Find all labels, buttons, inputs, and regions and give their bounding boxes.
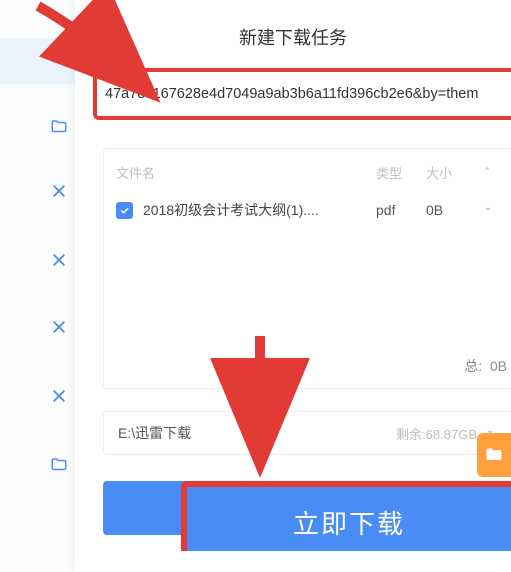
file-checkbox[interactable]: [116, 202, 133, 219]
file-row[interactable]: 2018初级会计考试大纲(1).... pdf 0B: [104, 192, 511, 236]
file-type: pdf: [376, 202, 426, 218]
download-button-area: 立即下载: [103, 481, 511, 551]
save-path-row: E:\迅雷下载 剩余:68.87GB: [103, 411, 511, 455]
file-row-menu-icon[interactable]: [481, 202, 499, 219]
column-type: 类型: [376, 163, 426, 182]
file-list-header: 文件名 类型 大小: [104, 149, 511, 192]
folder-icon: [50, 48, 70, 68]
download-dialog: 新建下载任务 47a7ec167628e4d7049a9ab3b6a11fd39…: [75, 0, 511, 572]
close-icon: [50, 251, 70, 271]
total-size: 0B: [490, 358, 507, 374]
download-button-label: 立即下载: [293, 504, 405, 541]
folder-icon: [50, 456, 70, 476]
download-button[interactable]: 立即下载: [181, 481, 511, 551]
file-size: 0B: [426, 202, 481, 218]
browse-folder-button[interactable]: [477, 433, 511, 477]
close-icon: [50, 182, 70, 202]
dialog-title: 新建下载任务: [75, 0, 511, 68]
column-filename: 文件名: [116, 163, 376, 182]
column-sort-icon[interactable]: [481, 163, 499, 182]
save-path-text: E:\迅雷下载: [118, 423, 396, 443]
save-path-input[interactable]: E:\迅雷下载 剩余:68.87GB: [103, 411, 511, 455]
total-label: 总:: [464, 358, 482, 374]
close-icon: [50, 318, 70, 338]
column-size: 大小: [426, 163, 481, 182]
folder-icon: [50, 118, 70, 138]
close-icon: [50, 387, 70, 407]
download-url-input[interactable]: 47a7ec167628e4d7049a9ab3b6a11fd396cb2e6&…: [93, 68, 511, 120]
file-list-panel: 文件名 类型 大小 2018初级会计考试大纲(1).... pdf 0B 总: …: [103, 148, 511, 389]
disk-free-text: 剩余:68.87GB: [396, 424, 477, 443]
background-sidebar: [0, 0, 75, 572]
file-name: 2018初级会计考试大纲(1)....: [143, 200, 376, 220]
file-total: 总: 0B: [104, 346, 511, 388]
